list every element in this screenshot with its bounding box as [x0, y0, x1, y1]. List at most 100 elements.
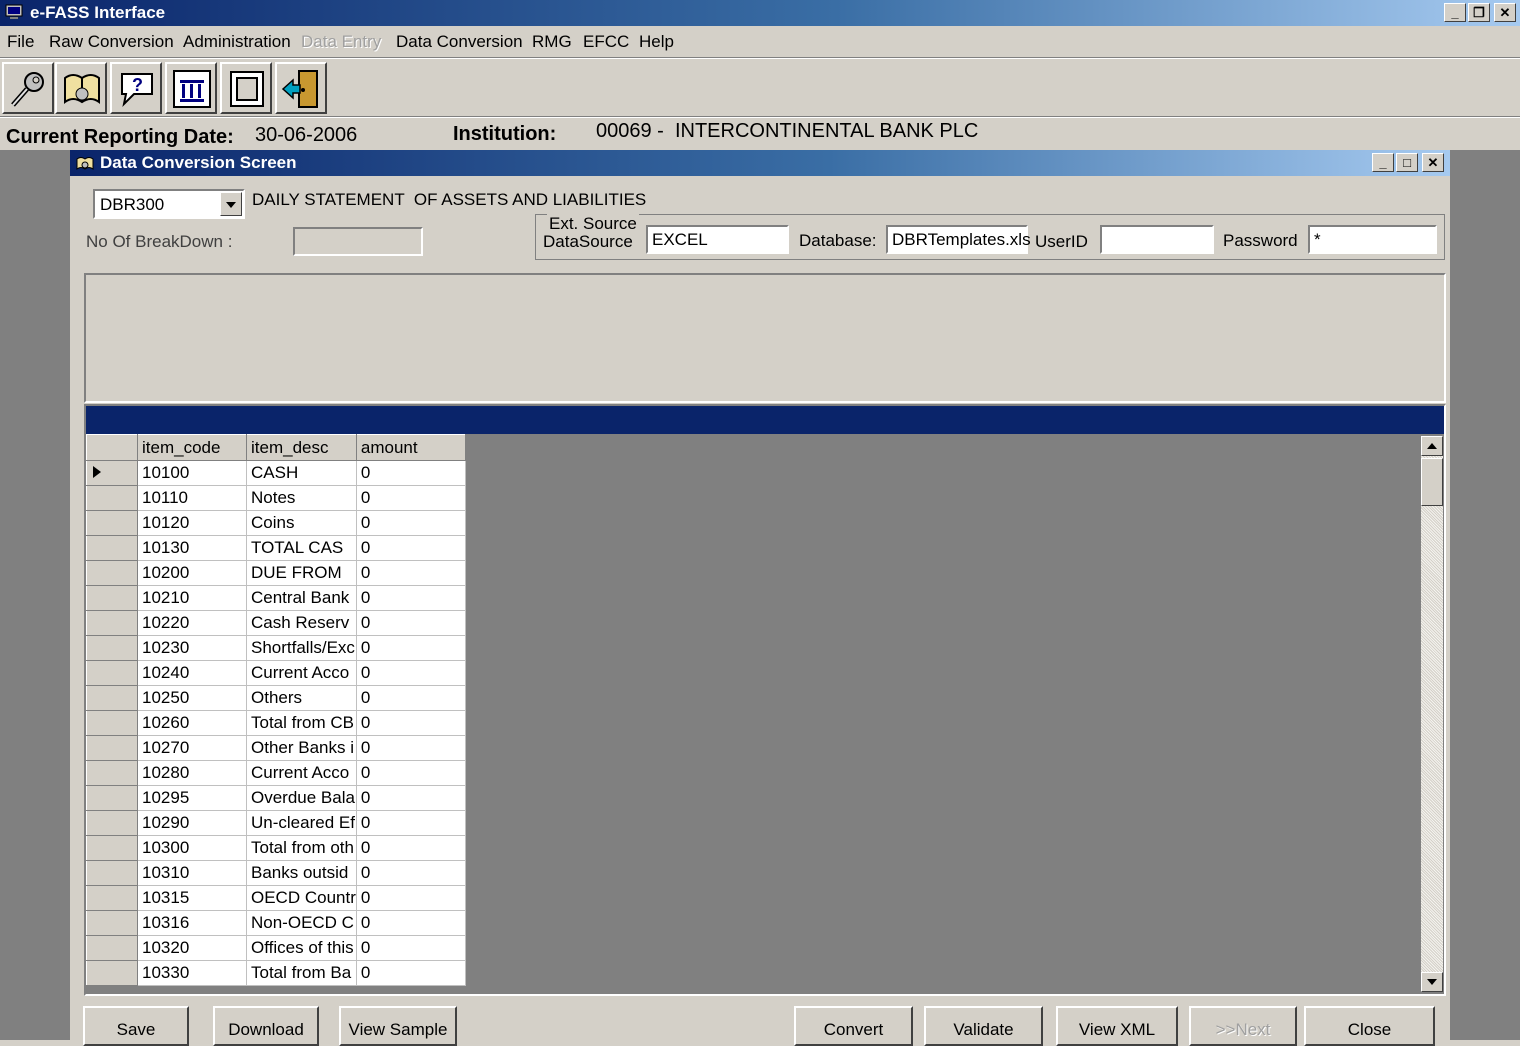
menu-efcc[interactable]: EFCC [583, 32, 629, 52]
amount-cell[interactable]: 0 [356, 710, 466, 736]
item-code-cell[interactable]: 10315 [137, 885, 247, 911]
table-row[interactable]: 10330 Total from Ba 0 [86, 960, 466, 986]
table-row[interactable]: 10300 Total from oth 0 [86, 835, 466, 861]
database-field[interactable]: DBRTemplates.xls [886, 225, 1031, 254]
table-row[interactable]: 10130 TOTAL CAS 0 [86, 535, 466, 561]
row-selector[interactable] [86, 735, 138, 761]
item-desc-cell[interactable]: Total from Ba [246, 960, 357, 986]
child-minimize-button[interactable]: _ [1372, 153, 1394, 172]
amount-cell[interactable]: 0 [356, 660, 466, 686]
download-button[interactable]: Download [213, 1006, 319, 1046]
toolbar-exit-button[interactable] [275, 62, 327, 114]
password-field[interactable]: * [1308, 225, 1437, 254]
child-title-bar[interactable]: Data Conversion Screen _ □ ✕ [70, 150, 1450, 176]
grid-vertical-scrollbar[interactable] [1421, 436, 1443, 992]
item-desc-cell[interactable]: Other Banks i [246, 735, 357, 761]
item-code-cell[interactable]: 10100 [137, 460, 247, 486]
row-selector[interactable] [86, 685, 138, 711]
row-selector[interactable] [86, 610, 138, 636]
item-code-cell[interactable]: 10110 [137, 485, 247, 511]
item-desc-cell[interactable]: TOTAL CAS [246, 535, 357, 561]
toolbar-book-button[interactable] [55, 62, 107, 114]
item-desc-cell[interactable]: Coins [246, 510, 357, 536]
item-desc-cell[interactable]: Offices of this [246, 935, 357, 961]
save-button[interactable]: Save [83, 1006, 189, 1046]
table-row[interactable]: 10290 Un-cleared Ef 0 [86, 810, 466, 836]
item-desc-cell[interactable]: Total from CB [246, 710, 357, 736]
table-row[interactable]: 10250 Others 0 [86, 685, 466, 711]
item-desc-cell[interactable]: Others [246, 685, 357, 711]
datasource-field[interactable]: EXCEL [646, 225, 789, 254]
item-desc-cell[interactable]: Current Acco [246, 660, 357, 686]
item-code-cell[interactable]: 10300 [137, 835, 247, 861]
table-row[interactable]: 10210 Central Bank 0 [86, 585, 466, 611]
item-code-cell[interactable]: 10280 [137, 760, 247, 786]
item-desc-cell[interactable]: Total from oth [246, 835, 357, 861]
amount-cell[interactable]: 0 [356, 810, 466, 836]
amount-cell[interactable]: 0 [356, 910, 466, 936]
amount-cell[interactable]: 0 [356, 735, 466, 761]
column-header-amount[interactable]: amount [355, 434, 466, 461]
item-code-cell[interactable]: 10120 [137, 510, 247, 536]
amount-cell[interactable]: 0 [356, 560, 466, 586]
row-selector[interactable] [86, 535, 138, 561]
next-button[interactable]: >>Next [1189, 1006, 1297, 1046]
item-desc-cell[interactable]: Banks outsid [246, 860, 357, 886]
amount-cell[interactable]: 0 [356, 635, 466, 661]
table-row[interactable]: 10230 Shortfalls/Exc 0 [86, 635, 466, 661]
item-desc-cell[interactable]: Overdue Bala [246, 785, 357, 811]
table-row[interactable]: 10220 Cash Reserv 0 [86, 610, 466, 636]
validate-button[interactable]: Validate [924, 1006, 1043, 1046]
row-selector[interactable] [86, 460, 138, 486]
item-desc-cell[interactable]: CASH [246, 460, 357, 486]
amount-cell[interactable]: 0 [356, 785, 466, 811]
data-grid-table[interactable]: item_code item_desc amount 10100 CASH 0 101… [86, 434, 466, 986]
amount-cell[interactable]: 0 [356, 935, 466, 961]
item-code-cell[interactable]: 10310 [137, 860, 247, 886]
table-row[interactable]: 10270 Other Banks i0 [86, 735, 466, 761]
amount-cell[interactable]: 0 [356, 685, 466, 711]
amount-cell[interactable]: 0 [356, 460, 466, 486]
amount-cell[interactable]: 0 [356, 860, 466, 886]
item-desc-cell[interactable]: DUE FROM [246, 560, 357, 586]
item-code-cell[interactable]: 10316 [137, 910, 247, 936]
item-desc-cell[interactable]: OECD Countr [246, 885, 357, 911]
item-code-cell[interactable]: 10130 [137, 535, 247, 561]
row-selector[interactable] [86, 835, 138, 861]
row-selector[interactable] [86, 860, 138, 886]
close-window-button[interactable]: Close [1304, 1006, 1435, 1046]
row-selector[interactable] [86, 960, 138, 986]
table-row[interactable]: 10280 Current Acco 0 [86, 760, 466, 786]
view-xml-button[interactable]: View XML [1056, 1006, 1178, 1046]
table-row[interactable]: 10310 Banks outsid 0 [86, 860, 466, 886]
row-selector[interactable] [86, 635, 138, 661]
item-code-cell[interactable]: 10270 [137, 735, 247, 761]
table-row[interactable]: 10316 Non-OECD C0 [86, 910, 466, 936]
column-header-item-code[interactable]: item_code [137, 434, 247, 461]
row-selector[interactable] [86, 510, 138, 536]
amount-cell[interactable]: 0 [356, 960, 466, 986]
amount-cell[interactable]: 0 [356, 510, 466, 536]
userid-field[interactable] [1100, 225, 1214, 254]
row-selector[interactable] [86, 910, 138, 936]
row-selector[interactable] [86, 810, 138, 836]
item-code-cell[interactable]: 10330 [137, 960, 247, 986]
amount-cell[interactable]: 0 [356, 760, 466, 786]
column-header-item-desc[interactable]: item_desc [246, 434, 357, 461]
toolbar-institution-button[interactable] [165, 62, 217, 114]
table-row[interactable]: 10315 OECD Countr 0 [86, 885, 466, 911]
item-code-cell[interactable]: 10290 [137, 810, 247, 836]
toolbar-key-button[interactable] [2, 62, 54, 114]
item-code-cell[interactable]: 10260 [137, 710, 247, 736]
convert-button[interactable]: Convert [794, 1006, 913, 1046]
amount-cell[interactable]: 0 [356, 835, 466, 861]
row-selector-header[interactable] [86, 434, 138, 461]
item-code-cell[interactable]: 10200 [137, 560, 247, 586]
table-row[interactable]: 10100 CASH 0 [86, 460, 466, 486]
amount-cell[interactable]: 0 [356, 535, 466, 561]
row-selector[interactable] [86, 560, 138, 586]
item-code-cell[interactable]: 10320 [137, 935, 247, 961]
menu-administration[interactable]: Administration [183, 32, 291, 52]
toolbar-help-button[interactable]: ? [110, 62, 162, 114]
amount-cell[interactable]: 0 [356, 485, 466, 511]
